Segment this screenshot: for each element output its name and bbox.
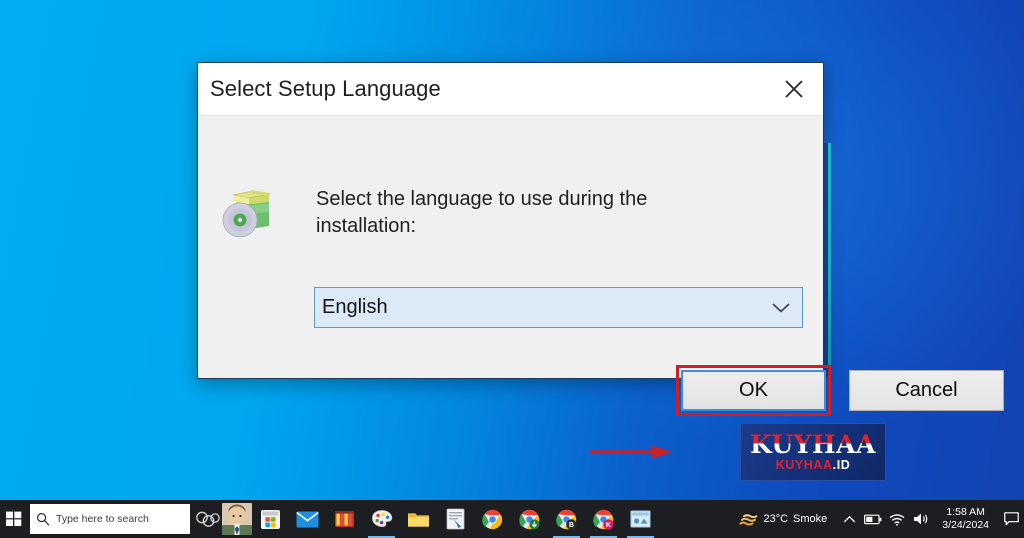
- svg-text:K: K: [606, 522, 611, 529]
- search-placeholder: Type here to search: [56, 513, 149, 525]
- search-icon: [30, 512, 56, 526]
- clock[interactable]: 1:58 AM 3/24/2024: [933, 506, 998, 532]
- desktop: Select Setup Language Select the languag…: [0, 0, 1024, 538]
- winrar-icon[interactable]: [326, 500, 363, 538]
- show-hidden-icons-chevron-up-icon[interactable]: [837, 500, 861, 538]
- watermark-sub-white: .ID: [832, 458, 851, 473]
- document-editor-icon[interactable]: [437, 500, 474, 538]
- watermark-sub-red: KUYHAA: [775, 458, 833, 473]
- chrome-download-icon[interactable]: [511, 500, 548, 538]
- taskbar: Type here to search B K 23°C Smoke 1:58 …: [0, 500, 1024, 538]
- select-setup-language-dialog: Select Setup Language Select the languag…: [197, 62, 1004, 459]
- task-view-icon[interactable]: [190, 500, 224, 538]
- background-window-edge: [828, 143, 831, 377]
- ok-button[interactable]: OK: [681, 370, 826, 411]
- cancel-button[interactable]: Cancel: [849, 370, 1004, 411]
- file-explorer-icon[interactable]: [400, 500, 437, 538]
- network-wifi-icon[interactable]: [885, 500, 909, 538]
- media-player-icon[interactable]: [622, 500, 659, 538]
- microsoft-store-icon[interactable]: [252, 500, 289, 538]
- watermark-subtitle: KUYHAA.ID: [776, 459, 851, 472]
- watermark-title: KUYHAA: [750, 430, 876, 460]
- mail-icon[interactable]: [289, 500, 326, 538]
- language-select[interactable]: English: [314, 287, 803, 328]
- notifications-icon[interactable]: [998, 500, 1024, 538]
- chrome-browser-k-icon[interactable]: K: [585, 500, 622, 538]
- start-button[interactable]: [0, 500, 28, 538]
- prompt-text: Select the language to use during the in…: [316, 188, 648, 237]
- search-input[interactable]: Type here to search: [30, 504, 190, 534]
- chrome-icon[interactable]: [474, 500, 511, 538]
- close-icon[interactable]: [765, 63, 823, 115]
- pointer-arrow-annotation: [590, 444, 674, 460]
- smoke-icon: [739, 513, 758, 525]
- chevron-down-icon: [760, 301, 802, 314]
- dialog-titlebar: Select Setup Language: [198, 63, 823, 116]
- kuyhaa-watermark: KUYHAA KUYHAA.ID: [740, 423, 886, 481]
- clock-date: 3/24/2024: [942, 519, 989, 531]
- battery-icon[interactable]: [861, 500, 885, 538]
- language-select-value: English: [322, 296, 388, 318]
- system-tray: 23°C Smoke 1:58 AM 3/24/2024: [735, 500, 1024, 538]
- volume-icon[interactable]: [909, 500, 933, 538]
- inno-setup-package-icon: [219, 182, 277, 240]
- svg-text:B: B: [569, 522, 574, 529]
- contact-avatar[interactable]: [222, 503, 252, 535]
- weather-temperature: 23°C: [763, 513, 789, 525]
- chrome-browser-b-icon[interactable]: B: [548, 500, 585, 538]
- dialog-title: Select Setup Language: [210, 76, 441, 101]
- clock-time: 1:58 AM: [946, 506, 985, 518]
- paint-icon[interactable]: [363, 500, 400, 538]
- weather-condition: Smoke: [793, 513, 828, 525]
- dialog-body: Select the language to use during the in…: [198, 116, 1004, 459]
- weather-widget[interactable]: 23°C Smoke: [735, 512, 837, 527]
